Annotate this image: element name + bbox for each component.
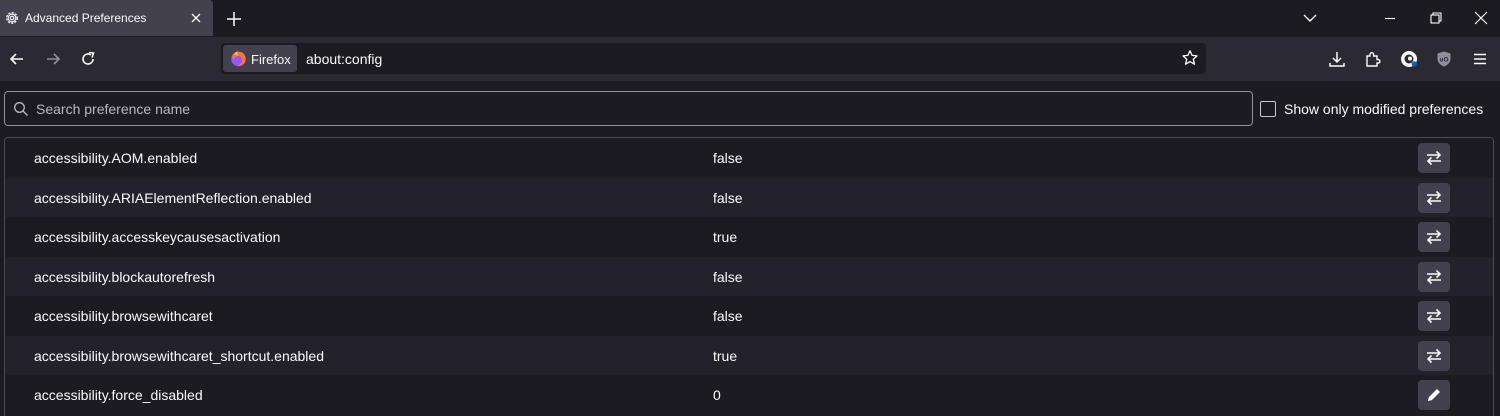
show-modified-checkbox[interactable]	[1260, 101, 1276, 117]
toggle-button[interactable]	[1418, 182, 1450, 213]
identity-box[interactable]: Firefox	[223, 45, 297, 72]
preference-value: false	[713, 308, 743, 324]
toggle-button[interactable]	[1418, 340, 1450, 371]
preference-name: accessibility.AOM.enabled	[34, 150, 198, 166]
preference-value: false	[713, 150, 743, 166]
tab-advanced-preferences[interactable]: Advanced Preferences	[0, 0, 213, 36]
toggle-button[interactable]	[1418, 222, 1450, 252]
table-row[interactable]: accessibility.browsewithcaret false	[5, 296, 1493, 336]
preference-name: accessibility.browsewithcaret	[34, 308, 213, 324]
reload-icon[interactable]	[79, 50, 97, 68]
download-icon[interactable]	[1328, 50, 1346, 68]
url-text[interactable]: about:config	[306, 51, 382, 67]
preference-name: accessibility.accesskeycausesactivation	[34, 229, 281, 245]
preference-value: false	[713, 268, 743, 285]
preference-value: true	[713, 347, 738, 364]
toggle-arrows-icon	[1426, 348, 1442, 363]
toggle-button[interactable]	[1418, 301, 1450, 331]
preference-value: 0	[713, 387, 721, 403]
url-bar[interactable]: Firefox about:config	[221, 43, 1206, 74]
ublock-shield-icon[interactable]: uO	[1435, 50, 1453, 68]
table-row[interactable]: accessibility.blockautorefresh false	[5, 256, 1493, 296]
table-row[interactable]: accessibility.force_disabled 0	[5, 375, 1493, 415]
toggle-button[interactable]	[1418, 143, 1450, 173]
forward-arrow-icon[interactable]	[44, 50, 62, 68]
minimize-icon[interactable]	[1382, 10, 1398, 26]
search-placeholder: Search preference name	[36, 101, 191, 117]
table-row[interactable]: accessibility.accesskeycausesactivation t…	[5, 217, 1493, 257]
toggle-button[interactable]	[1418, 261, 1450, 292]
account-extension-icon[interactable]	[1400, 50, 1418, 68]
close-icon[interactable]	[188, 10, 204, 26]
toggle-arrows-icon	[1426, 269, 1442, 284]
navigation-toolbar: Firefox about:config uO	[0, 37, 1500, 81]
preference-name: accessibility.browsewithcaret_shortcut.e…	[34, 347, 324, 364]
table-row[interactable]: accessibility.browsewithcaret_shortcut.e…	[5, 335, 1493, 375]
table-row[interactable]: accessibility.AOM.enabled false	[5, 138, 1493, 178]
toggle-arrows-icon	[1426, 190, 1442, 205]
pencil-icon	[1428, 389, 1440, 401]
toggle-arrows-icon	[1426, 150, 1442, 166]
gear-icon	[6, 12, 18, 24]
preference-name: accessibility.blockautorefresh	[34, 268, 216, 285]
preference-value: true	[713, 229, 738, 245]
chevron-down-icon[interactable]	[1302, 10, 1318, 26]
star-icon[interactable]	[1181, 49, 1199, 67]
toggle-arrows-icon	[1426, 229, 1442, 245]
search-input[interactable]: Search preference name	[4, 91, 1253, 126]
show-modified-label: Show only modified preferences	[1284, 101, 1484, 117]
firefox-logo-icon	[231, 51, 246, 67]
svg-text:uO: uO	[1439, 57, 1448, 64]
plus-icon[interactable]	[225, 10, 243, 28]
extensions-puzzle-icon[interactable]	[1364, 50, 1382, 68]
preference-value: false	[713, 189, 743, 206]
preference-name: accessibility.force_disabled	[34, 387, 203, 403]
tab-title: Advanced Preferences	[25, 11, 147, 25]
toggle-arrows-icon	[1426, 308, 1442, 324]
identity-label: Firefox	[251, 52, 291, 67]
back-arrow-icon[interactable]	[8, 50, 26, 68]
search-icon	[14, 102, 28, 116]
menu-hamburger-icon[interactable]	[1471, 50, 1489, 68]
restore-icon[interactable]	[1428, 10, 1444, 26]
preference-name: accessibility.ARIAElementReflection.enab…	[34, 189, 312, 206]
table-row[interactable]: accessibility.ARIAElementReflection.enab…	[5, 177, 1493, 217]
preferences-table: accessibility.AOM.enabled false accessibil…	[4, 137, 1494, 416]
close-window-icon[interactable]	[1473, 10, 1489, 26]
tab-strip: Advanced Preferences	[0, 0, 1500, 37]
edit-button[interactable]	[1418, 380, 1450, 410]
